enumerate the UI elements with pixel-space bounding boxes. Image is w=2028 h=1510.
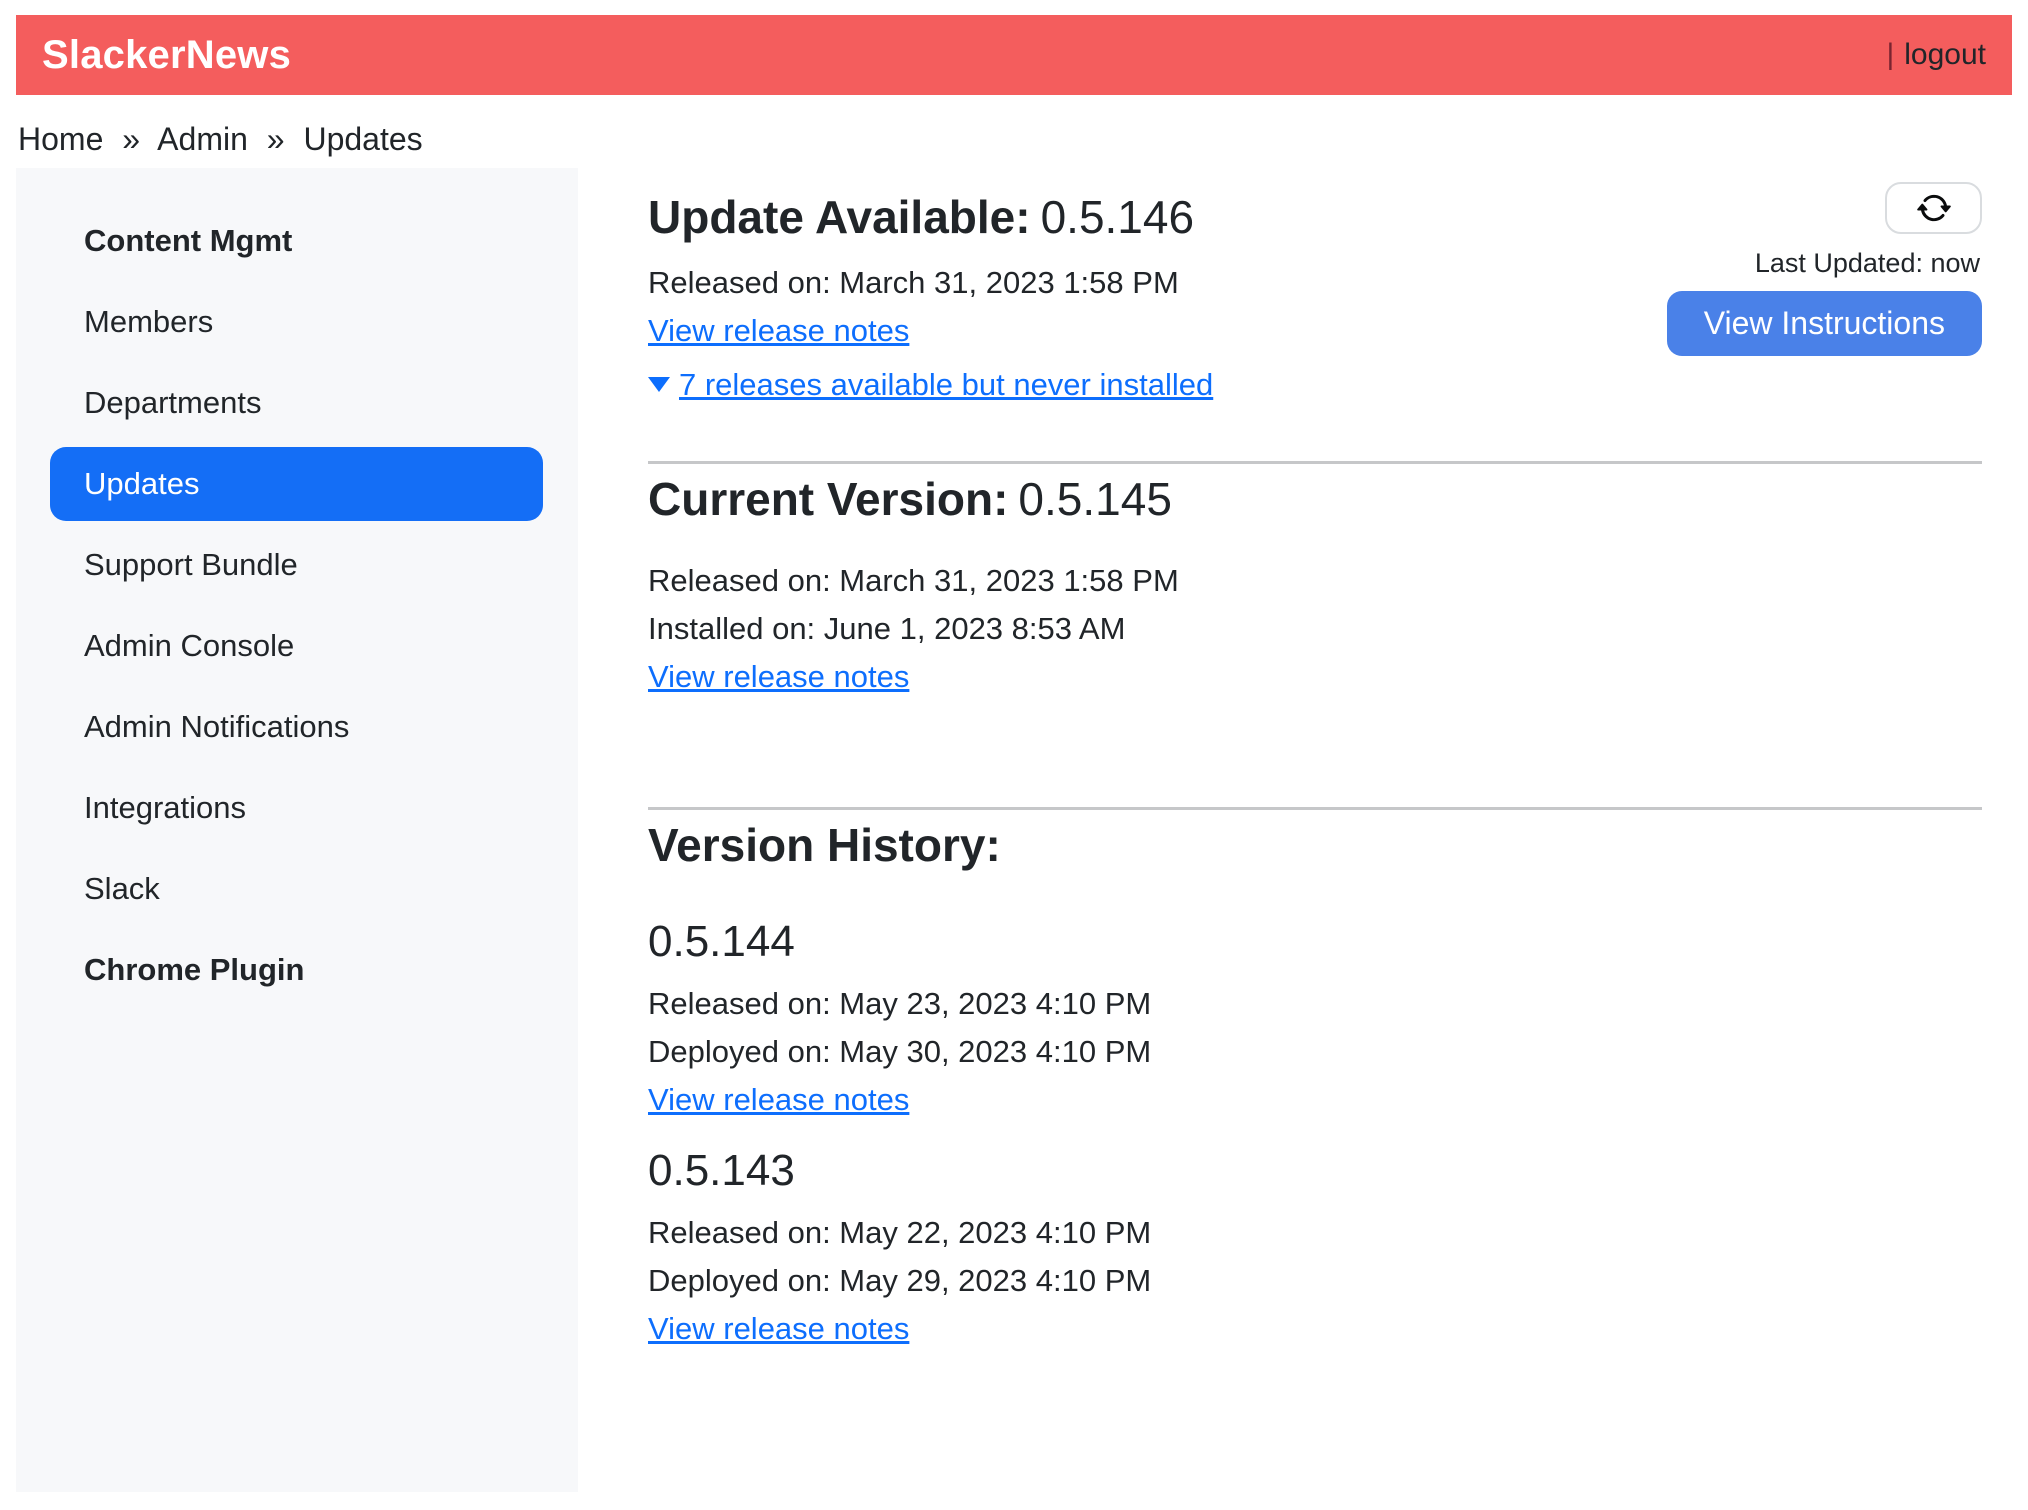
sidebar-menu: Content Mgmt Members Departments Updates… <box>16 204 578 1007</box>
releases-toggle-line: 7 releases available but never installed <box>648 361 1213 415</box>
caret-down-icon <box>648 377 670 392</box>
update-available-label: Update Available: <box>648 191 1031 243</box>
version-history-entry: 0.5.143 Released on: May 22, 2023 4:10 P… <box>648 1144 1982 1359</box>
page: SlackerNews | logout Home » Admin » Updat… <box>0 0 2028 1510</box>
history-released-on: Released on: May 23, 2023 4:10 PM <box>648 980 1982 1028</box>
update-release-notes-line: View release notes <box>648 307 1213 361</box>
current-version-heading: Current Version:0.5.145 <box>648 472 1982 527</box>
view-release-notes-link[interactable]: View release notes <box>648 313 909 348</box>
sidebar-item-departments[interactable]: Departments <box>50 366 543 440</box>
updates-main: Update Available:0.5.146 Released on: Ma… <box>578 168 2012 1359</box>
view-release-notes-link[interactable]: View release notes <box>648 659 909 694</box>
refresh-button[interactable] <box>1885 182 1982 234</box>
app-header: SlackerNews | logout <box>16 15 2012 95</box>
logout-separator: | <box>1886 38 1894 71</box>
sidebar-item-integrations[interactable]: Integrations <box>50 771 543 845</box>
update-actions: Last Updated: now View Instructions <box>1667 182 1982 356</box>
current-version-number: 0.5.145 <box>1018 473 1171 525</box>
current-version-details: Released on: March 31, 2023 1:58 PM Inst… <box>648 557 1982 707</box>
current-version-section: Current Version:0.5.145 Released on: Mar… <box>648 472 1982 707</box>
history-deployed-on: Deployed on: May 30, 2023 4:10 PM <box>648 1028 1982 1076</box>
releases-available-toggle[interactable]: 7 releases available but never installed <box>679 367 1213 402</box>
update-released-on: Released on: March 31, 2023 1:58 PM <box>648 259 1213 307</box>
history-deployed-on: Deployed on: May 29, 2023 4:10 PM <box>648 1257 1982 1305</box>
logout-label: logout <box>1904 38 1986 71</box>
section-divider <box>648 461 1982 464</box>
sidebar-item-content-mgmt[interactable]: Content Mgmt <box>50 204 543 278</box>
breadcrumb-home[interactable]: Home <box>18 121 103 157</box>
sidebar-item-updates[interactable]: Updates <box>50 447 543 521</box>
last-updated-text: Last Updated: now <box>1755 248 1980 279</box>
current-released-on: Released on: March 31, 2023 1:58 PM <box>648 557 1982 605</box>
current-installed-on: Installed on: June 1, 2023 8:53 AM <box>648 605 1982 653</box>
breadcrumb: Home » Admin » Updates <box>18 121 2012 158</box>
history-version-number: 0.5.143 <box>648 1144 1982 1197</box>
breadcrumb-current: Updates <box>303 121 422 157</box>
content-layout: Content Mgmt Members Departments Updates… <box>16 168 2012 1492</box>
view-instructions-button[interactable]: View Instructions <box>1667 291 1982 356</box>
sidebar-item-slack[interactable]: Slack <box>50 852 543 926</box>
history-version-number: 0.5.144 <box>648 915 1982 968</box>
sidebar-item-chrome-plugin[interactable]: Chrome Plugin <box>50 933 543 1007</box>
view-release-notes-link[interactable]: View release notes <box>648 1082 909 1117</box>
breadcrumb-separator: » <box>267 121 285 157</box>
history-released-on: Released on: May 22, 2023 4:10 PM <box>648 1209 1982 1257</box>
current-version-label: Current Version: <box>648 473 1008 525</box>
update-available-section: Update Available:0.5.146 Released on: Ma… <box>648 182 1982 415</box>
version-history-entry: 0.5.144 Released on: May 23, 2023 4:10 P… <box>648 915 1982 1130</box>
sidebar-item-admin-notifications[interactable]: Admin Notifications <box>50 690 543 764</box>
logout-link[interactable]: | logout <box>1886 38 1986 72</box>
sidebar-item-support-bundle[interactable]: Support Bundle <box>50 528 543 602</box>
version-history-heading: Version History: <box>648 818 1982 873</box>
sidebar-item-members[interactable]: Members <box>50 285 543 359</box>
sidebar-item-admin-console[interactable]: Admin Console <box>50 609 543 683</box>
current-release-notes-line: View release notes <box>648 653 1982 707</box>
update-available-heading: Update Available:0.5.146 <box>648 190 1213 245</box>
version-history-section: Version History: 0.5.144 Released on: Ma… <box>648 818 1982 1359</box>
update-available-version: 0.5.146 <box>1041 191 1194 243</box>
refresh-icon <box>1917 191 1951 225</box>
app-title: SlackerNews <box>42 33 291 78</box>
history-release-notes-line: View release notes <box>648 1076 1982 1130</box>
view-release-notes-link[interactable]: View release notes <box>648 1311 909 1346</box>
update-available-info: Update Available:0.5.146 Released on: Ma… <box>648 182 1213 415</box>
section-divider <box>648 807 1982 810</box>
history-release-notes-line: View release notes <box>648 1305 1982 1359</box>
breadcrumb-separator: » <box>122 121 140 157</box>
admin-sidebar: Content Mgmt Members Departments Updates… <box>16 168 578 1492</box>
breadcrumb-admin[interactable]: Admin <box>157 121 248 157</box>
